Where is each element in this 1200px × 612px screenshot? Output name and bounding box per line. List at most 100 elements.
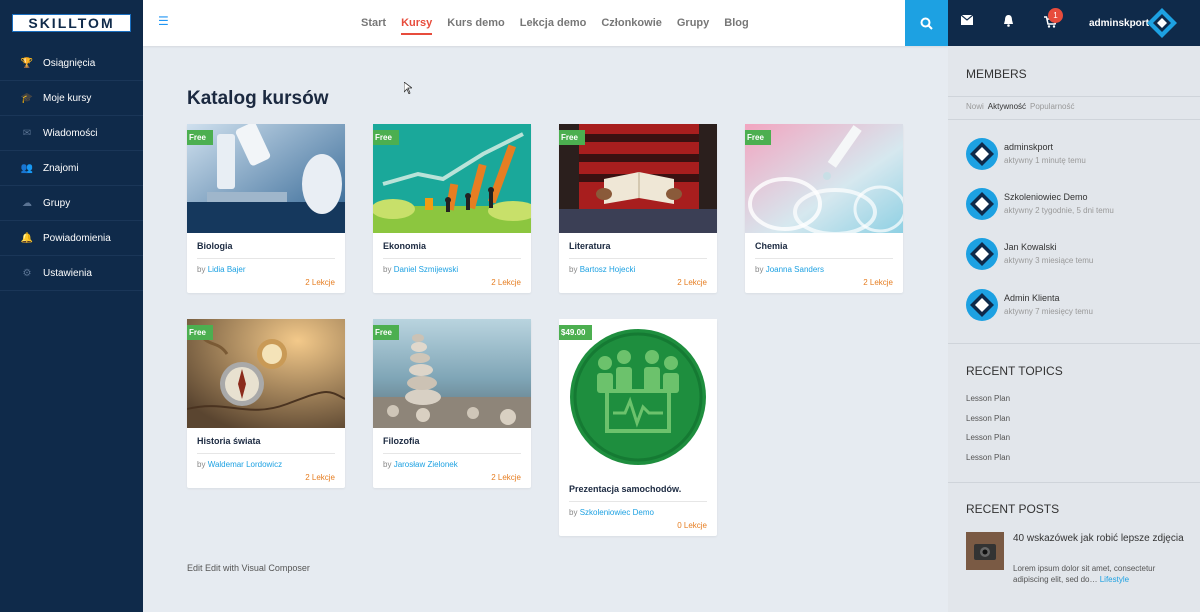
sidebar-item-moje-kursy[interactable]: 🎓 Moje kursy	[0, 81, 143, 116]
bell-icon[interactable]	[1003, 15, 1014, 27]
sidebar-item-osiagniecia[interactable]: 🏆 Osiągnięcia	[0, 46, 143, 81]
tab-aktywnosc[interactable]: Aktywność	[988, 102, 1026, 111]
course-thumbnail[interactable]: Free	[745, 124, 903, 233]
sidebar-item-powiadomienia[interactable]: 🔔 Powiadomienia	[0, 221, 143, 256]
menu-item-kurs-demo[interactable]: Kurs demo	[447, 11, 504, 35]
author-link[interactable]: Joanna Sanders	[766, 265, 824, 274]
hamburger-menu-icon[interactable]: ☰	[158, 15, 169, 27]
post-title[interactable]: 40 wskazówek jak robić lepsze zdjęcia	[1013, 532, 1188, 545]
member-item[interactable]: Jan Kowalski aktywny 3 miesiące temu	[966, 238, 1186, 272]
course-card-ekonomia[interactable]: Free Ekonomia by Daniel Szmijewski 2 Lek…	[373, 124, 531, 293]
sidebar-item-grupy[interactable]: ☁ Grupy	[0, 186, 143, 221]
post-excerpt: Lorem ipsum dolor sit amet, consectetur …	[1013, 563, 1188, 585]
edit-with-visual-composer-link[interactable]: Edit Edit with Visual Composer	[187, 563, 310, 573]
mouse-cursor-icon	[404, 82, 412, 94]
user-name[interactable]: adminskport	[1089, 18, 1149, 29]
member-item[interactable]: Admin Klienta aktywny 7 miesięcy temu	[966, 289, 1186, 323]
sidebar-item-label: Wiadomości	[43, 127, 98, 139]
course-title[interactable]: Chemia	[755, 241, 893, 259]
member-name[interactable]: Jan Kowalski	[1004, 242, 1057, 252]
graduation-cap-icon: 🎓	[20, 92, 34, 104]
tab-popularnosc[interactable]: Popularność	[1030, 102, 1074, 111]
post-category-link[interactable]: Lifestyle	[1100, 575, 1129, 584]
divider	[948, 96, 1200, 97]
menu-item-grupy[interactable]: Grupy	[677, 11, 709, 35]
course-thumbnail[interactable]: Free	[187, 319, 345, 428]
author-link[interactable]: Bartosz Hojecki	[580, 265, 636, 274]
author-link[interactable]: Szkoleniowiec Demo	[580, 508, 654, 517]
by-label: by	[755, 265, 764, 274]
course-author: by Lidia Bajer	[197, 265, 335, 274]
course-title[interactable]: Biologia	[197, 241, 335, 259]
course-title[interactable]: Historia świata	[197, 436, 335, 454]
tab-nowi[interactable]: Nowi	[966, 102, 984, 111]
course-thumbnail[interactable]: $49.00	[559, 319, 717, 476]
menu-item-blog[interactable]: Blog	[724, 11, 748, 35]
menu-item-czlonkowie[interactable]: Członkowie	[601, 11, 662, 35]
presentation-icon-image	[559, 319, 717, 476]
course-card-filozofia[interactable]: Free Filozofia by Jarosław Zielonek 2 Le…	[373, 319, 531, 488]
lessons-count: 2 Lekcje	[863, 278, 893, 287]
user-avatar[interactable]	[1147, 8, 1177, 38]
course-card-chemia[interactable]: Free Chemia by Joanna Sanders 2 Lekcje	[745, 124, 903, 293]
member-avatar[interactable]	[966, 289, 998, 321]
user-toolbar: 1 adminskport	[948, 0, 1200, 46]
sidebar-item-znajomi[interactable]: 👥 Znajomi	[0, 151, 143, 186]
price-tag: Free	[745, 130, 771, 145]
course-thumbnail[interactable]: Free	[559, 124, 717, 233]
menu-item-kursy[interactable]: Kursy	[401, 11, 433, 35]
course-title[interactable]: Literatura	[569, 241, 707, 259]
member-name[interactable]: Szkoleniowiec Demo	[1004, 192, 1088, 202]
course-thumbnail[interactable]: Free	[187, 124, 345, 233]
course-title[interactable]: Filozofia	[383, 436, 521, 454]
course-card-literatura[interactable]: Free Literatura by Bartosz Hojecki 2 Lek…	[559, 124, 717, 293]
course-title[interactable]: Prezentacja samochodów.	[569, 484, 707, 502]
divider	[948, 343, 1200, 344]
envelope-icon: ✉	[22, 127, 32, 139]
members-heading: MEMBERS	[966, 67, 1027, 81]
member-item[interactable]: Szkoleniowiec Demo aktywny 2 tygodnie, 5…	[966, 188, 1186, 222]
course-card-biologia[interactable]: Free Biologia by Lidia Bajer 2 Lekcje	[187, 124, 345, 293]
course-card-prezentacja-samochodow[interactable]: $49.00 Prezentacja samochodów. by Szkole…	[559, 319, 717, 536]
menu-item-lekcja-demo[interactable]: Lekcja demo	[520, 11, 587, 35]
price-tag: Free	[187, 130, 213, 145]
post-thumbnail[interactable]	[966, 532, 1004, 570]
course-thumbnail[interactable]: Free	[373, 319, 531, 428]
member-name[interactable]: Admin Klienta	[1004, 293, 1060, 303]
search-button[interactable]	[905, 0, 948, 46]
cart-count-badge: 1	[1048, 8, 1063, 23]
author-link[interactable]: Waldemar Lordowicz	[208, 460, 282, 469]
recent-posts-heading: RECENT POSTS	[966, 502, 1060, 516]
course-author: by Szkoleniowiec Demo	[569, 508, 707, 517]
right-sidebar: MEMBERS Nowi Aktywność Popularność admin…	[948, 46, 1200, 612]
member-avatar[interactable]	[966, 238, 998, 270]
topic-link[interactable]: Lesson Plan	[966, 414, 1010, 423]
member-name[interactable]: adminskport	[1004, 142, 1053, 152]
course-thumbnail[interactable]: Free	[373, 124, 531, 233]
divider	[948, 482, 1200, 483]
price-tag: Free	[559, 130, 585, 145]
sidebar-item-label: Moje kursy	[43, 92, 92, 104]
logo[interactable]: SKILLTOM	[0, 0, 143, 46]
course-title[interactable]: Ekonomia	[383, 241, 521, 259]
course-author: by Waldemar Lordowicz	[197, 460, 335, 469]
author-link[interactable]: Lidia Bajer	[208, 265, 246, 274]
course-card-historia-swiata[interactable]: Free Historia świata by Waldemar Lordowi…	[187, 319, 345, 488]
member-avatar[interactable]	[966, 188, 998, 220]
course-author: by Daniel Szmijewski	[383, 265, 521, 274]
divider	[948, 119, 1200, 120]
topic-link[interactable]: Lesson Plan	[966, 433, 1010, 442]
topic-link[interactable]: Lesson Plan	[966, 453, 1010, 462]
sidebar-item-wiadomosci[interactable]: ✉ Wiadomości	[0, 116, 143, 151]
price-tag: Free	[373, 325, 399, 340]
author-link[interactable]: Jarosław Zielonek	[394, 460, 458, 469]
author-link[interactable]: Daniel Szmijewski	[394, 265, 458, 274]
price-tag: $49.00	[559, 325, 593, 344]
topic-link[interactable]: Lesson Plan	[966, 394, 1010, 403]
member-item[interactable]: adminskport aktywny 1 minutę temu	[966, 138, 1186, 172]
menu-item-start[interactable]: Start	[361, 11, 386, 35]
member-avatar[interactable]	[966, 138, 998, 170]
envelope-icon[interactable]	[961, 15, 973, 25]
lessons-count: 0 Lekcje	[677, 521, 707, 530]
sidebar-item-ustawienia[interactable]: ⚙ Ustawienia	[0, 256, 143, 291]
